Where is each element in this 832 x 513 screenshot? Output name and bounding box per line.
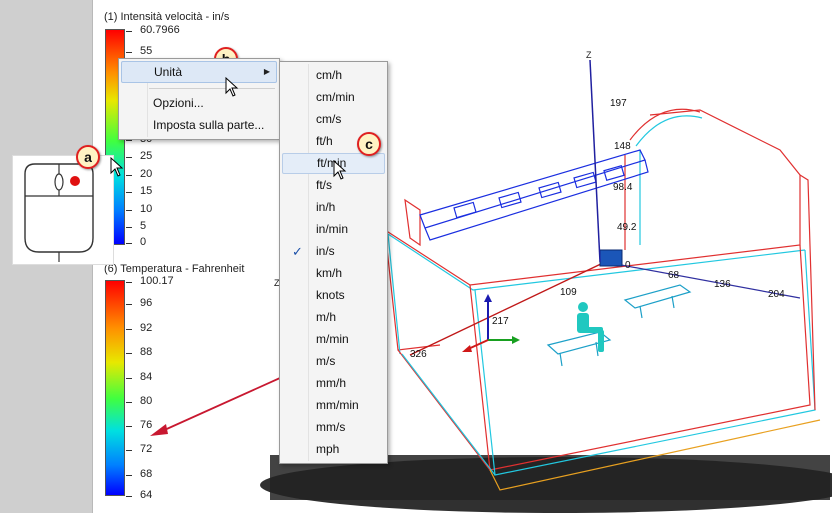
menu-separator: [149, 88, 275, 89]
z-tick: 49.2: [617, 222, 637, 233]
temperature-tick: 68: [125, 468, 153, 480]
legend-pointer-arrow: [150, 377, 281, 436]
menu-item-set-on-part[interactable]: Imposta sulla parte...: [121, 114, 277, 136]
z-tick: 148: [614, 141, 631, 152]
temperature-tick: 72: [125, 443, 153, 455]
temperature-tick: 88: [125, 346, 153, 358]
axis-triad: [462, 294, 520, 352]
unit-item-m-s[interactable]: m/s: [282, 351, 385, 372]
temperature-tick: 76: [125, 419, 153, 431]
temperature-tick: 80: [125, 395, 153, 407]
unit-item-mm-s[interactable]: mm/s: [282, 417, 385, 438]
velocity-tick: 55: [125, 45, 153, 57]
mouse-cursor-icon: [333, 160, 347, 180]
ceiling-duct: [419, 149, 649, 241]
unit-item-knots[interactable]: knots: [282, 285, 385, 306]
velocity-tick: 60.7966: [126, 24, 180, 36]
unit-item-mph[interactable]: mph: [282, 439, 385, 460]
unit-item-in-s-label: in/s: [316, 244, 335, 258]
z-tick: 197: [610, 98, 627, 109]
floor-axis: [409, 249, 801, 356]
velocity-tick: 0: [125, 236, 147, 248]
velocity-tick: 15: [125, 185, 153, 197]
callout-c: c: [357, 132, 381, 156]
room-wireframe: [384, 108, 821, 491]
x-tick: 68: [668, 270, 680, 281]
mouse-icon: [24, 163, 94, 262]
temperature-tick: 100.17: [126, 275, 174, 287]
temperature-tick: 92: [125, 322, 153, 334]
velocity-tick: 10: [125, 203, 153, 215]
x-tick: 136: [714, 279, 731, 290]
z-tick: 98.4: [613, 182, 633, 193]
unit-item-mm-h[interactable]: mm/h: [282, 373, 385, 394]
temperature-colorbar[interactable]: [105, 280, 125, 496]
velocity-legend-title: (1) Intensità velocità - in/s: [104, 11, 230, 23]
z-axis-label: Z: [586, 50, 592, 60]
unit-item-cm-s[interactable]: cm/s: [282, 109, 385, 130]
depth-tick: 109: [560, 287, 577, 298]
callout-a: a: [76, 145, 100, 169]
mouse-cursor-icon: [225, 77, 239, 97]
z-tick: 0: [625, 260, 631, 271]
unit-item-cm-h[interactable]: cm/h: [282, 65, 385, 86]
menu-item-options[interactable]: Opzioni...: [121, 92, 277, 114]
right-button-indicator: [70, 176, 80, 186]
mouse-cursor-icon: [110, 157, 124, 177]
menu-item-units-label: Unità: [154, 65, 183, 79]
unit-item-m-min[interactable]: m/min: [282, 329, 385, 350]
submenu-arrow-icon: ▶: [263, 67, 270, 76]
velocity-tick: 5: [125, 220, 147, 232]
unit-item-km-h[interactable]: km/h: [282, 263, 385, 284]
units-submenu: cm/h cm/min cm/s ft/h ft/min ft/s in/h i…: [279, 61, 388, 464]
check-icon: ✓: [292, 244, 303, 259]
unit-item-cm-min[interactable]: cm/min: [282, 87, 385, 108]
unit-item-m-h[interactable]: m/h: [282, 307, 385, 328]
legend-context-menu: Unità ▶ Opzioni... Imposta sulla parte..…: [118, 58, 280, 140]
temperature-tick: 64: [125, 489, 153, 501]
temperature-tick: 96: [125, 297, 153, 309]
mouse-illustration: [12, 155, 114, 265]
x-tick: 204: [768, 289, 785, 300]
person-figure: [577, 302, 604, 352]
temperature-legend-title: (6) Temperatura - Fahrenheit: [104, 263, 245, 275]
velocity-tick: 25: [125, 150, 153, 162]
velocity-tick: 20: [125, 168, 153, 180]
unit-item-mm-min[interactable]: mm/min: [282, 395, 385, 416]
menu-item-units[interactable]: Unità ▶: [121, 61, 277, 83]
unit-item-in-min[interactable]: in/min: [282, 219, 385, 240]
depth-tick: 217: [492, 316, 509, 327]
z-axis: Z: [586, 50, 601, 263]
unit-item-in-s[interactable]: ✓ in/s: [282, 241, 385, 262]
temperature-tick: 84: [125, 371, 153, 383]
depth-tick: 326: [410, 349, 427, 360]
unit-item-in-h[interactable]: in/h: [282, 197, 385, 218]
